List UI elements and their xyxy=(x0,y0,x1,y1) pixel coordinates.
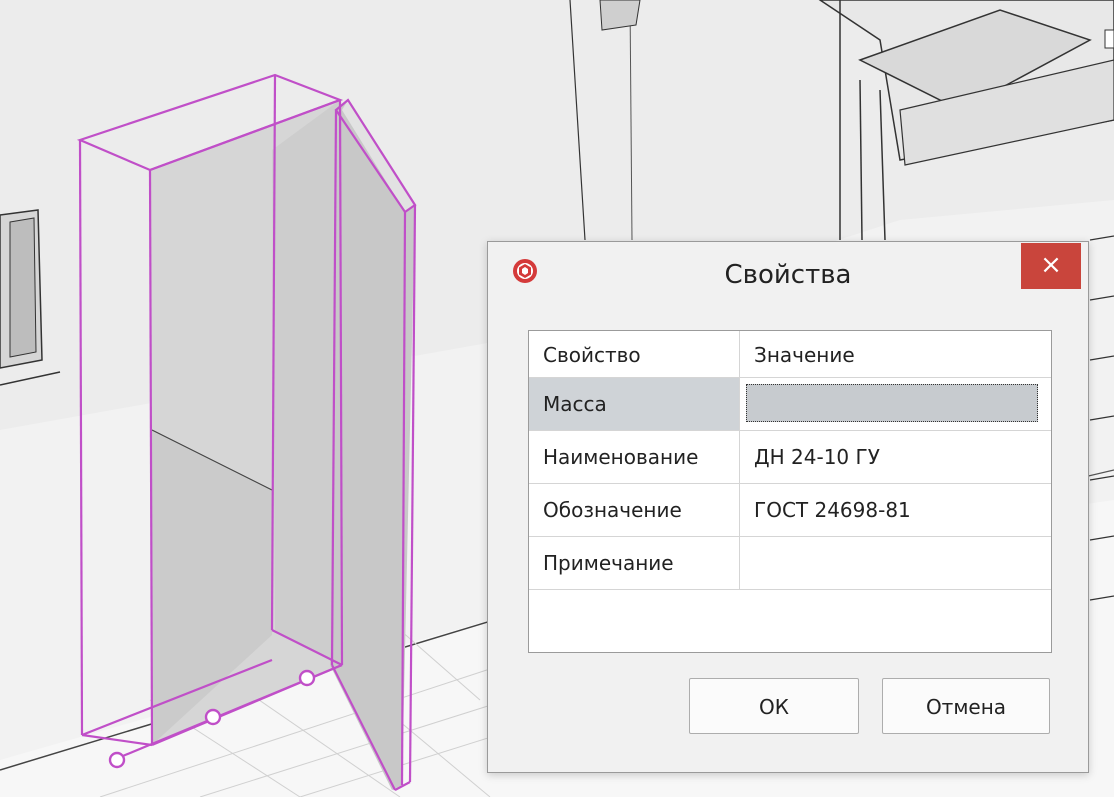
table-header-row: Свойство Значение xyxy=(529,331,1051,378)
property-value-cell[interactable] xyxy=(740,378,1051,430)
property-name-cell: Наименование xyxy=(529,431,740,483)
properties-dialog: Свойства × Свойство Значение Масса Наиме… xyxy=(487,241,1089,773)
table-row[interactable]: Наименование ДН 24-10 ГУ xyxy=(529,431,1051,484)
cancel-button[interactable]: Отмена xyxy=(882,678,1050,734)
ok-button[interactable]: ОК xyxy=(689,678,859,734)
column-header-property[interactable]: Свойство xyxy=(529,331,740,377)
value-edit-field[interactable] xyxy=(746,384,1038,422)
table-row[interactable]: Примечание xyxy=(529,537,1051,590)
close-icon: × xyxy=(1040,250,1062,280)
grip-point-middle[interactable] xyxy=(204,708,222,726)
dialog-title: Свойства xyxy=(724,260,852,290)
dialog-titlebar[interactable]: Свойства × xyxy=(488,242,1088,306)
property-value-cell[interactable] xyxy=(740,537,1051,589)
table-row[interactable]: Обозначение ГОСТ 24698-81 xyxy=(529,484,1051,537)
grip-point-right[interactable] xyxy=(298,669,316,687)
column-header-value[interactable]: Значение xyxy=(740,331,1051,377)
properties-table: Свойство Значение Масса Наименование ДН … xyxy=(528,330,1052,653)
property-value-cell[interactable]: ДН 24-10 ГУ xyxy=(740,431,1051,483)
property-name-cell: Обозначение xyxy=(529,484,740,536)
grip-point-left[interactable] xyxy=(108,751,126,769)
property-name-cell: Масса xyxy=(529,378,740,430)
property-name-cell: Примечание xyxy=(529,537,740,589)
close-button[interactable]: × xyxy=(1021,243,1081,289)
property-value-cell[interactable]: ГОСТ 24698-81 xyxy=(740,484,1051,536)
table-row[interactable]: Масса xyxy=(529,378,1051,431)
